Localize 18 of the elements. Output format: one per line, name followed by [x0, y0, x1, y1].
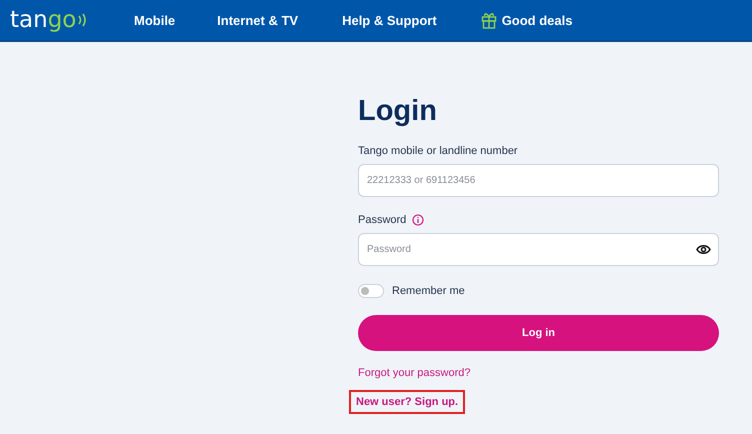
- toggle-label: Remember me: [392, 285, 465, 297]
- eye-icon[interactable]: [696, 244, 711, 255]
- nav-link[interactable]: Mobile: [134, 12, 176, 28]
- signup-link[interactable]: New user? Sign up.: [349, 390, 466, 414]
- page-title: Login: [358, 94, 438, 128]
- login-button[interactable]: Log in: [358, 315, 719, 351]
- info-icon[interactable]: [412, 214, 424, 226]
- forgot-password-link[interactable]: Forgot your password?: [358, 367, 719, 379]
- nav-link[interactable]: Internet & TV: [217, 12, 298, 28]
- gift-icon: [480, 11, 497, 29]
- remember-toggle[interactable]: [358, 284, 384, 298]
- logo[interactable]: tango: [10, 7, 120, 33]
- nav-link[interactable]: Good deals: [480, 11, 572, 29]
- field-label: Tango mobile or landline number: [358, 145, 519, 157]
- nav-link[interactable]: Help & Support: [342, 12, 437, 28]
- password-field[interactable]: Password: [358, 233, 719, 266]
- field-label: Password: [358, 214, 406, 226]
- number-field[interactable]: 22212333 or 691123456: [358, 164, 719, 197]
